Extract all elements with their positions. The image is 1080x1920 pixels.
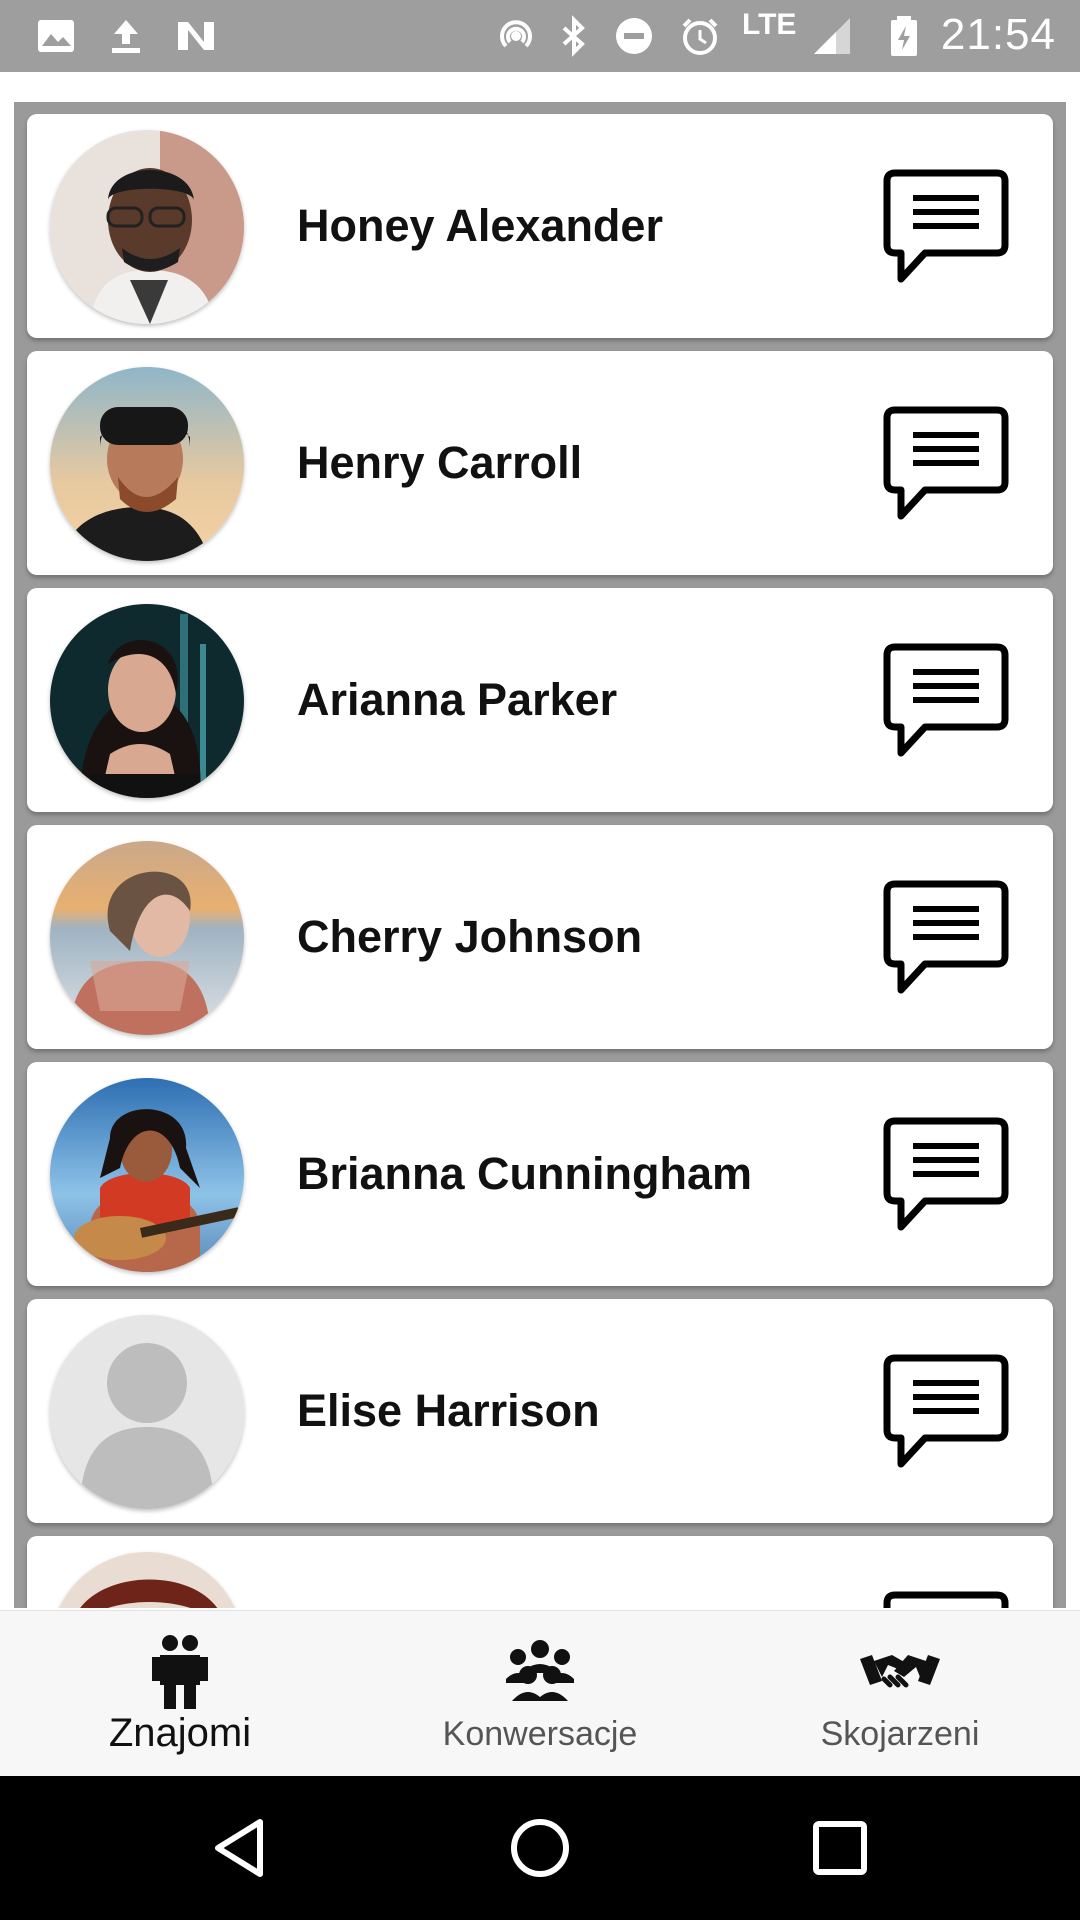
tab-konwersacje[interactable]: Konwersacje: [360, 1611, 720, 1777]
friend-card[interactable]: [27, 1536, 1053, 1608]
status-bar: LTE 21:54: [0, 0, 1080, 72]
group-icon: [498, 1629, 582, 1713]
friends-icon: [138, 1629, 222, 1713]
message-icon[interactable]: [881, 167, 1011, 285]
avatar-placeholder: [50, 1315, 244, 1509]
friends-list[interactable]: Honey Alexander Henry Carroll Arianna Pa…: [14, 102, 1066, 1608]
avatar: [50, 604, 244, 798]
home-icon[interactable]: [504, 1812, 576, 1884]
friend-name: Cherry Johnson: [297, 911, 643, 962]
tab-label: Konwersacje: [442, 1715, 638, 1753]
friend-card[interactable]: Henry Carroll: [27, 351, 1053, 575]
message-icon[interactable]: [881, 641, 1011, 759]
tab-label: Znajomi: [108, 1711, 252, 1755]
message-icon[interactable]: [881, 404, 1011, 522]
avatar: [50, 841, 244, 1035]
system-navigation-bar: [0, 1776, 1080, 1920]
upload-icon: [104, 14, 148, 58]
friend-card[interactable]: Arianna Parker: [27, 588, 1053, 812]
friend-name: Henry Carroll: [297, 437, 583, 488]
back-icon[interactable]: [204, 1812, 276, 1884]
image-icon: [34, 14, 78, 58]
bottom-navigation: Znajomi Konwersacje Skojarzeni: [0, 1610, 1080, 1777]
avatar: [50, 1552, 244, 1608]
n-app-icon: [174, 14, 218, 58]
message-icon[interactable]: [881, 1352, 1011, 1470]
signal-icon: [810, 14, 854, 58]
message-icon[interactable]: [881, 1115, 1011, 1233]
tab-label: Skojarzeni: [820, 1715, 980, 1753]
message-icon[interactable]: [881, 878, 1011, 996]
friend-card[interactable]: Elise Harrison: [27, 1299, 1053, 1523]
hotspot-icon: [494, 14, 538, 58]
recents-icon[interactable]: [804, 1812, 876, 1884]
clock: 21:54: [940, 10, 1056, 59]
bluetooth-icon: [552, 14, 596, 58]
friend-card[interactable]: Brianna Cunningham: [27, 1062, 1053, 1286]
friend-name: Brianna Cunningham: [297, 1148, 753, 1199]
avatar: [50, 1078, 244, 1272]
friend-card[interactable]: Honey Alexander: [27, 114, 1053, 338]
avatar: [50, 130, 244, 324]
alarm-icon: [678, 14, 722, 58]
tab-skojarzeni[interactable]: Skojarzeni: [720, 1611, 1080, 1777]
handshake-icon: [858, 1629, 942, 1713]
friend-name: Arianna Parker: [297, 674, 618, 725]
friend-name: Honey Alexander: [297, 200, 663, 251]
message-icon[interactable]: [881, 1589, 1011, 1608]
battery-charging-icon: [882, 14, 926, 58]
friend-name: Elise Harrison: [297, 1385, 600, 1436]
avatar: [50, 367, 244, 561]
do-not-disturb-icon: [612, 14, 656, 58]
friend-card[interactable]: Cherry Johnson: [27, 825, 1053, 1049]
network-type: LTE: [742, 8, 797, 41]
tab-znajomi[interactable]: Znajomi: [0, 1611, 360, 1777]
